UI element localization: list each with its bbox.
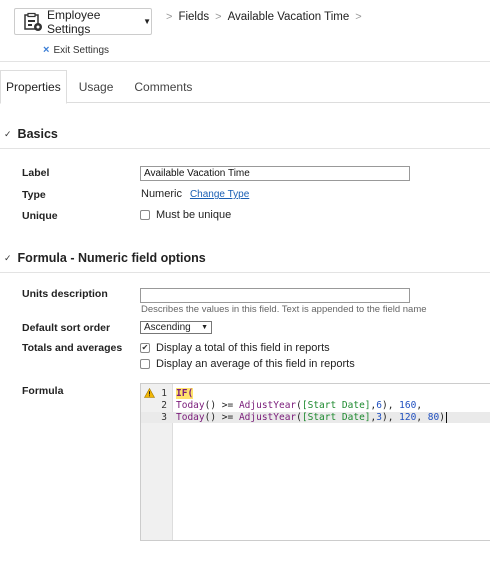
employee-settings-label: Employee Settings (47, 7, 101, 36)
total-option: ✔ Display a total of this field in repor… (140, 342, 330, 354)
tab-comments[interactable]: Comments (126, 70, 200, 103)
code-field-ref: [Start Date] (301, 400, 371, 411)
code-function: AdjustYear (238, 400, 297, 411)
units-help-text: Describes the values in this field. Text… (141, 304, 427, 315)
code-number: 120 (399, 412, 417, 423)
code-number: 160 (399, 400, 417, 411)
settings-header: Employee Settings ▼ > Fields > Available… (0, 0, 490, 62)
section-divider (0, 272, 490, 273)
code-number: 80 (427, 412, 440, 423)
breadcrumb-fields[interactable]: Fields (178, 11, 209, 23)
display-total-label: Display a total of this field in reports (156, 342, 330, 354)
line-number: 1 (161, 388, 167, 399)
code-function: Today (176, 400, 205, 411)
code-op: , (416, 412, 428, 423)
code-function: AdjustYear (238, 412, 297, 423)
breadcrumb-separator-icon: > (355, 11, 362, 23)
exit-settings-label: Exit Settings (53, 44, 110, 56)
formula-editor[interactable]: 1 IF( 2 Today() >= AdjustYear([Start Dat… (140, 383, 490, 541)
default-sort-order-label: Default sort order (22, 322, 111, 334)
chevron-down-icon: ▼ (143, 17, 151, 26)
tab-usage[interactable]: Usage (67, 70, 127, 103)
sort-order-select[interactable]: Ascending ▼ (140, 321, 212, 334)
code-line-active: 3 Today() >= AdjustYear([Start Date],3),… (141, 412, 490, 423)
display-average-label: Display an average of this field in repo… (156, 358, 355, 370)
unique-field-label: Unique (22, 210, 58, 222)
code-text: Today() >= AdjustYear([Start Date],6), 1… (176, 400, 422, 411)
line-number: 3 (161, 412, 167, 423)
chevron-down-icon: ✓ (4, 252, 12, 263)
code-op: ), (381, 400, 400, 411)
code-line: 2 Today() >= AdjustYear([Start Date],6),… (141, 400, 490, 411)
tab-properties[interactable]: Properties (0, 70, 67, 104)
formula-section-title: Formula - Numeric field options (17, 251, 206, 265)
exit-settings-link[interactable]: × Exit Settings (43, 44, 109, 56)
breadcrumb-separator-icon: > (166, 11, 173, 23)
type-value-row: Numeric Change Type (141, 188, 249, 200)
code-keyword: IF( (176, 388, 194, 399)
code-text: IF( (176, 388, 194, 399)
unique-option: Must be unique (140, 209, 231, 221)
change-type-link[interactable]: Change Type (190, 189, 249, 200)
formula-label: Formula (22, 385, 64, 397)
basics-section-toggle[interactable]: ✓ Basics (4, 127, 58, 141)
code-line: 1 IF( (141, 387, 490, 399)
chevron-down-icon: ✓ (4, 128, 12, 139)
basics-title: Basics (17, 127, 58, 141)
breadcrumb: > Fields > Available Vacation Time > (160, 11, 368, 23)
must-be-unique-label: Must be unique (156, 209, 232, 221)
text-cursor (445, 412, 447, 423)
label-field-label: Label (22, 167, 50, 179)
code-field-ref: [Start Date] (301, 412, 371, 423)
sort-order-value: Ascending (144, 322, 191, 333)
section-divider (0, 148, 490, 149)
breadcrumb-current: Available Vacation Time (227, 11, 350, 23)
code-op: () >= (204, 400, 239, 411)
settings-app-icon (23, 12, 43, 32)
formula-section-toggle[interactable]: ✓ Formula - Numeric field options (4, 251, 206, 265)
code-op: ) (439, 412, 445, 423)
chevron-down-icon: ▼ (201, 324, 208, 331)
average-option: Display an average of this field in repo… (140, 358, 355, 370)
close-icon: × (43, 44, 50, 56)
units-description-label: Units description (22, 288, 108, 300)
tab-bar: Properties Usage Comments (0, 70, 490, 104)
code-op: , (416, 400, 423, 411)
type-value: Numeric (141, 188, 182, 200)
code-text: Today() >= AdjustYear([Start Date],3), 1… (176, 412, 447, 423)
units-description-input[interactable] (140, 288, 410, 303)
label-input[interactable] (140, 166, 410, 181)
breadcrumb-separator-icon: > (215, 11, 222, 23)
code-op: () >= (204, 412, 239, 423)
employee-settings-button[interactable]: Employee Settings ▼ (14, 7, 152, 36)
line-number: 2 (161, 400, 167, 411)
display-total-checkbox[interactable]: ✔ (140, 343, 150, 353)
totals-and-averages-label: Totals and averages (22, 342, 123, 354)
type-field-label: Type (22, 189, 46, 201)
must-be-unique-checkbox[interactable] (140, 210, 150, 220)
code-op: ), (381, 412, 400, 423)
code-function: Today (176, 412, 205, 423)
display-average-checkbox[interactable] (140, 359, 150, 369)
